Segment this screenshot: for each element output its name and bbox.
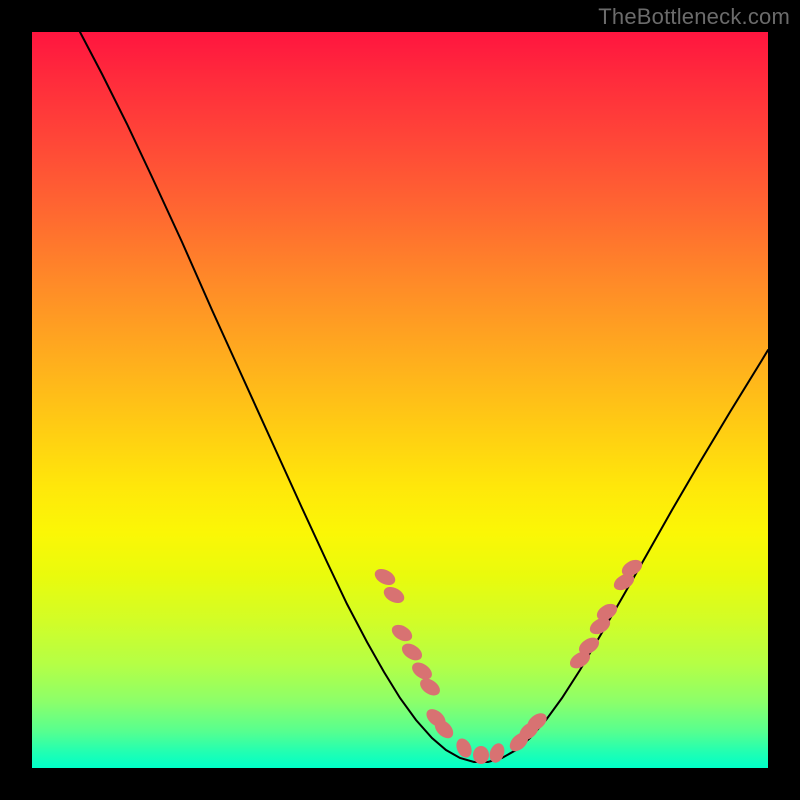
curve-markers (372, 556, 645, 764)
curve-marker (473, 746, 489, 764)
bottleneck-curve (80, 32, 768, 762)
curve-marker (399, 640, 425, 664)
plot-area (32, 32, 768, 768)
curve-marker (381, 584, 407, 607)
chart-frame: TheBottleneck.com (0, 0, 800, 800)
curve-marker (417, 675, 443, 699)
watermark-text: TheBottleneck.com (598, 4, 790, 30)
curve-marker (372, 566, 398, 589)
curve-marker (389, 621, 415, 644)
curve-marker (409, 659, 435, 683)
plot-svg (32, 32, 768, 768)
